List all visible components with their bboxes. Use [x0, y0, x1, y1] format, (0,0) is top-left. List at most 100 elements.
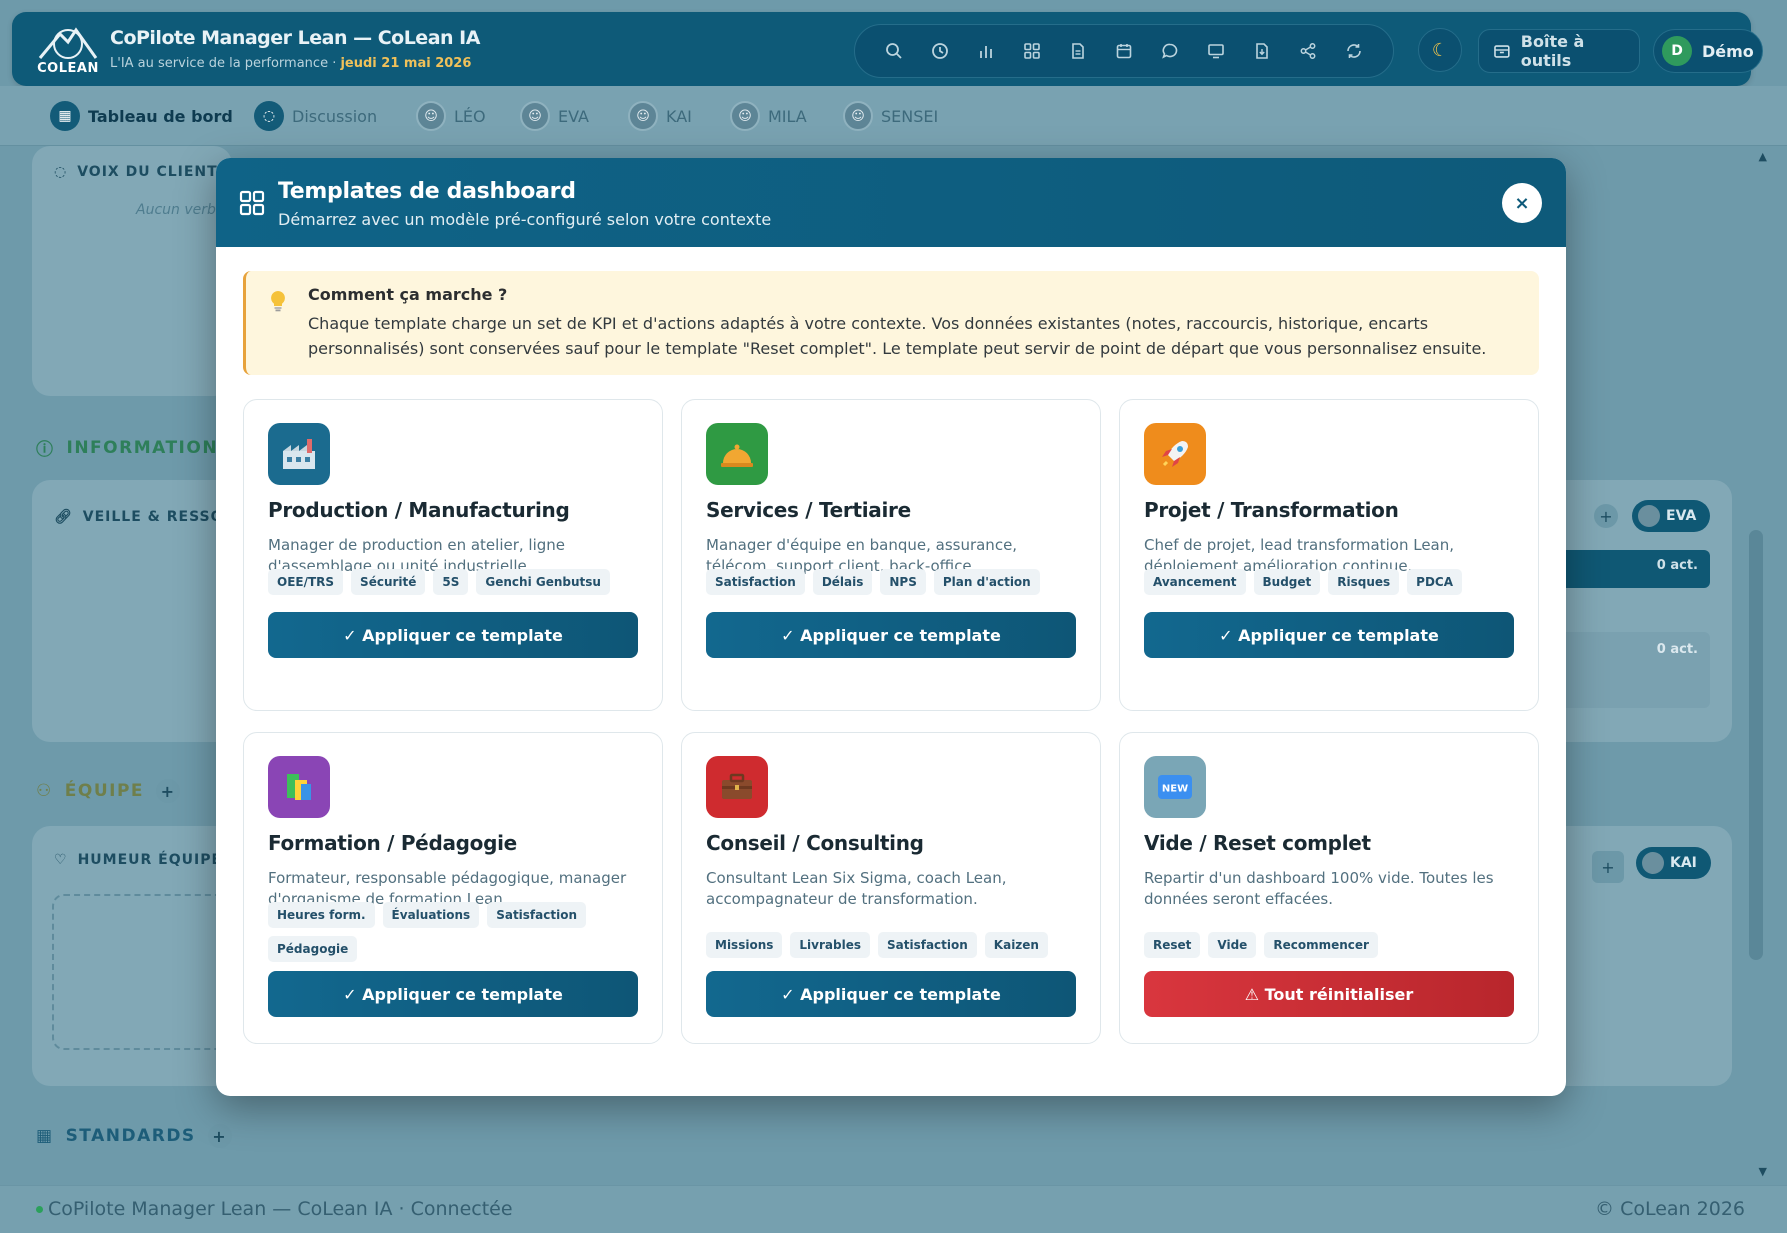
kai-pill-label: KAI	[1670, 855, 1697, 871]
apply-template-button[interactable]: ✓ Appliquer ce template	[268, 612, 638, 658]
add-team-button[interactable]: +	[156, 779, 181, 803]
search-icon[interactable]	[882, 39, 906, 63]
tag: Délais	[812, 569, 873, 595]
voice-empty-text: Aucun verb	[136, 202, 216, 218]
template-card-training: Formation / Pédagogie Formateur, respons…	[243, 732, 663, 1044]
card-title: Conseil / Consulting	[706, 831, 924, 855]
tag-list: Reset Vide Recommencer	[1144, 932, 1524, 958]
equipe-label: ÉQUIPE	[64, 781, 145, 801]
tab-agent-leo[interactable]: ☺ LÉO	[416, 100, 486, 132]
tag-list: OEE/TRS Sécurité 5S Genchi Genbutsu	[268, 569, 648, 595]
chat-bubble-icon: ◌	[254, 101, 284, 131]
tag-list: Satisfaction Délais NPS Plan d'action	[706, 569, 1086, 595]
mood-dropzone[interactable]	[52, 894, 232, 1050]
table-icon: ▦	[36, 1126, 54, 1146]
tag: Reset	[1144, 932, 1201, 958]
document-icon[interactable]	[1066, 39, 1090, 63]
how-it-works-box: Comment ça marche ? Chaque template char…	[243, 271, 1539, 375]
apply-template-button[interactable]: ✓ Appliquer ce template	[268, 971, 638, 1017]
tag: Genchi Genbutsu	[476, 569, 610, 595]
tab-agent-mila[interactable]: ☺ MILA	[730, 100, 807, 132]
template-card-reset: NEW Vide / Reset complet Repartir d'un d…	[1119, 732, 1539, 1044]
user-menu-button[interactable]: D Démo	[1653, 29, 1763, 73]
grid-icon[interactable]	[1020, 39, 1044, 63]
template-card-production: Production / Manufacturing Manager de pr…	[243, 399, 663, 711]
bar-chart-icon[interactable]	[974, 39, 998, 63]
card-title: Production / Manufacturing	[268, 498, 570, 522]
card-title: Projet / Transformation	[1144, 498, 1399, 522]
close-button[interactable]: ×	[1502, 183, 1542, 223]
factory-icon	[268, 423, 330, 485]
info-icon: ⓘ	[36, 440, 55, 460]
footer: CoPilote Manager Lean — CoLean IA · Conn…	[0, 1185, 1787, 1233]
tag: Risques	[1328, 569, 1400, 595]
user-name: Démo	[1702, 41, 1754, 61]
rocket-icon	[1144, 423, 1206, 485]
card-title: Vide / Reset complet	[1144, 831, 1371, 855]
briefcase-icon	[706, 756, 768, 818]
add-mood-button[interactable]: +	[1592, 851, 1624, 883]
add-resource-button[interactable]: +	[1594, 504, 1618, 528]
informations-label: INFORMATIONS	[66, 437, 232, 458]
tab-discussion[interactable]: ◌ Discussion	[254, 100, 377, 132]
heart-icon: ♡	[54, 852, 68, 868]
tab-discussion-label: Discussion	[292, 106, 378, 126]
modal-subtitle: Démarrez avec un modèle pré-configuré se…	[278, 210, 772, 229]
kai-avatar	[1642, 852, 1664, 874]
link-icon: 🔗︎	[54, 509, 73, 525]
eva-pill[interactable]: EVA	[1632, 500, 1711, 532]
tag: PDCA	[1407, 569, 1463, 595]
add-standard-button[interactable]: +	[207, 1124, 232, 1148]
scroll-up-arrow[interactable]: ▲	[1759, 150, 1767, 163]
scrollbar-thumb[interactable]	[1749, 530, 1763, 960]
tag: Budget	[1253, 569, 1321, 595]
agent-label: SENSEI	[881, 106, 939, 126]
reset-all-button[interactable]: ⚠ Tout réinitialiser	[1144, 971, 1514, 1017]
apply-template-button[interactable]: ✓ Appliquer ce template	[1144, 612, 1514, 658]
tab-dashboard[interactable]: ▦ Tableau de bord	[50, 100, 233, 132]
user-avatar: D	[1662, 36, 1692, 66]
card-description: Consultant Lean Six Sigma, coach Lean, a…	[706, 869, 1007, 908]
tag: Missions	[706, 932, 783, 958]
info-title: Comment ça marche ?	[308, 285, 508, 304]
chat-icon[interactable]	[1158, 39, 1182, 63]
tag: Satisfaction	[877, 932, 977, 958]
refresh-icon[interactable]	[1342, 39, 1366, 63]
tab-agent-kai[interactable]: ☺ KAI	[628, 100, 692, 132]
monitor-icon[interactable]	[1204, 39, 1228, 63]
footer-status: CoPilote Manager Lean — CoLean IA · Conn…	[36, 1198, 513, 1220]
agent-label: LÉO	[454, 106, 486, 126]
standards-section: ▦ STANDARDS +	[36, 1124, 232, 1148]
apply-template-button[interactable]: ✓ Appliquer ce template	[706, 971, 1076, 1017]
agent-avatar-icon: ☺	[416, 101, 446, 131]
informations-section: ⓘ INFORMATIONS	[36, 435, 232, 461]
history-icon[interactable]	[928, 39, 952, 63]
eva-avatar	[1638, 505, 1660, 527]
toolbox-icon	[1494, 45, 1510, 58]
share-icon[interactable]	[1296, 39, 1320, 63]
scroll-down-arrow[interactable]: ▼	[1759, 1165, 1767, 1178]
tag-list: Missions Livrables Satisfaction Kaizen	[706, 932, 1086, 958]
tag: Plan d'action	[933, 569, 1040, 595]
info-text: Chaque template charge un set de KPI et …	[308, 314, 1487, 358]
tag: OEE/TRS	[268, 569, 344, 595]
download-icon[interactable]	[1250, 39, 1274, 63]
voix-title-label: VOIX DU CLIENT	[77, 164, 218, 180]
books-icon	[268, 756, 330, 818]
card-description: Repartir d'un dashboard 100% vide. Toute…	[1144, 869, 1494, 908]
app-subtitle: L'IA au service de la performance · jeud…	[110, 56, 471, 71]
team-icon: ⚇	[36, 781, 53, 801]
tag: Avancement	[1144, 569, 1246, 595]
templates-modal: Templates de dashboard Démarrez avec un …	[216, 158, 1566, 1096]
kai-pill[interactable]: KAI	[1636, 847, 1711, 879]
tab-agent-sensei[interactable]: ☺ SENSEI	[843, 100, 938, 132]
moon-icon: ☾	[1431, 39, 1449, 61]
tag-list: Avancement Budget Risques PDCA	[1144, 569, 1524, 595]
humeur-label: HUMEUR ÉQUIPE	[77, 852, 223, 868]
dark-mode-toggle[interactable]: ☾	[1418, 28, 1462, 72]
tag: 5S	[433, 569, 469, 595]
calendar-icon[interactable]	[1112, 39, 1136, 63]
tab-agent-eva[interactable]: ☺ EVA	[520, 100, 589, 132]
apply-template-button[interactable]: ✓ Appliquer ce template	[706, 612, 1076, 658]
toolbox-button[interactable]: Boîte à outils	[1478, 29, 1640, 73]
